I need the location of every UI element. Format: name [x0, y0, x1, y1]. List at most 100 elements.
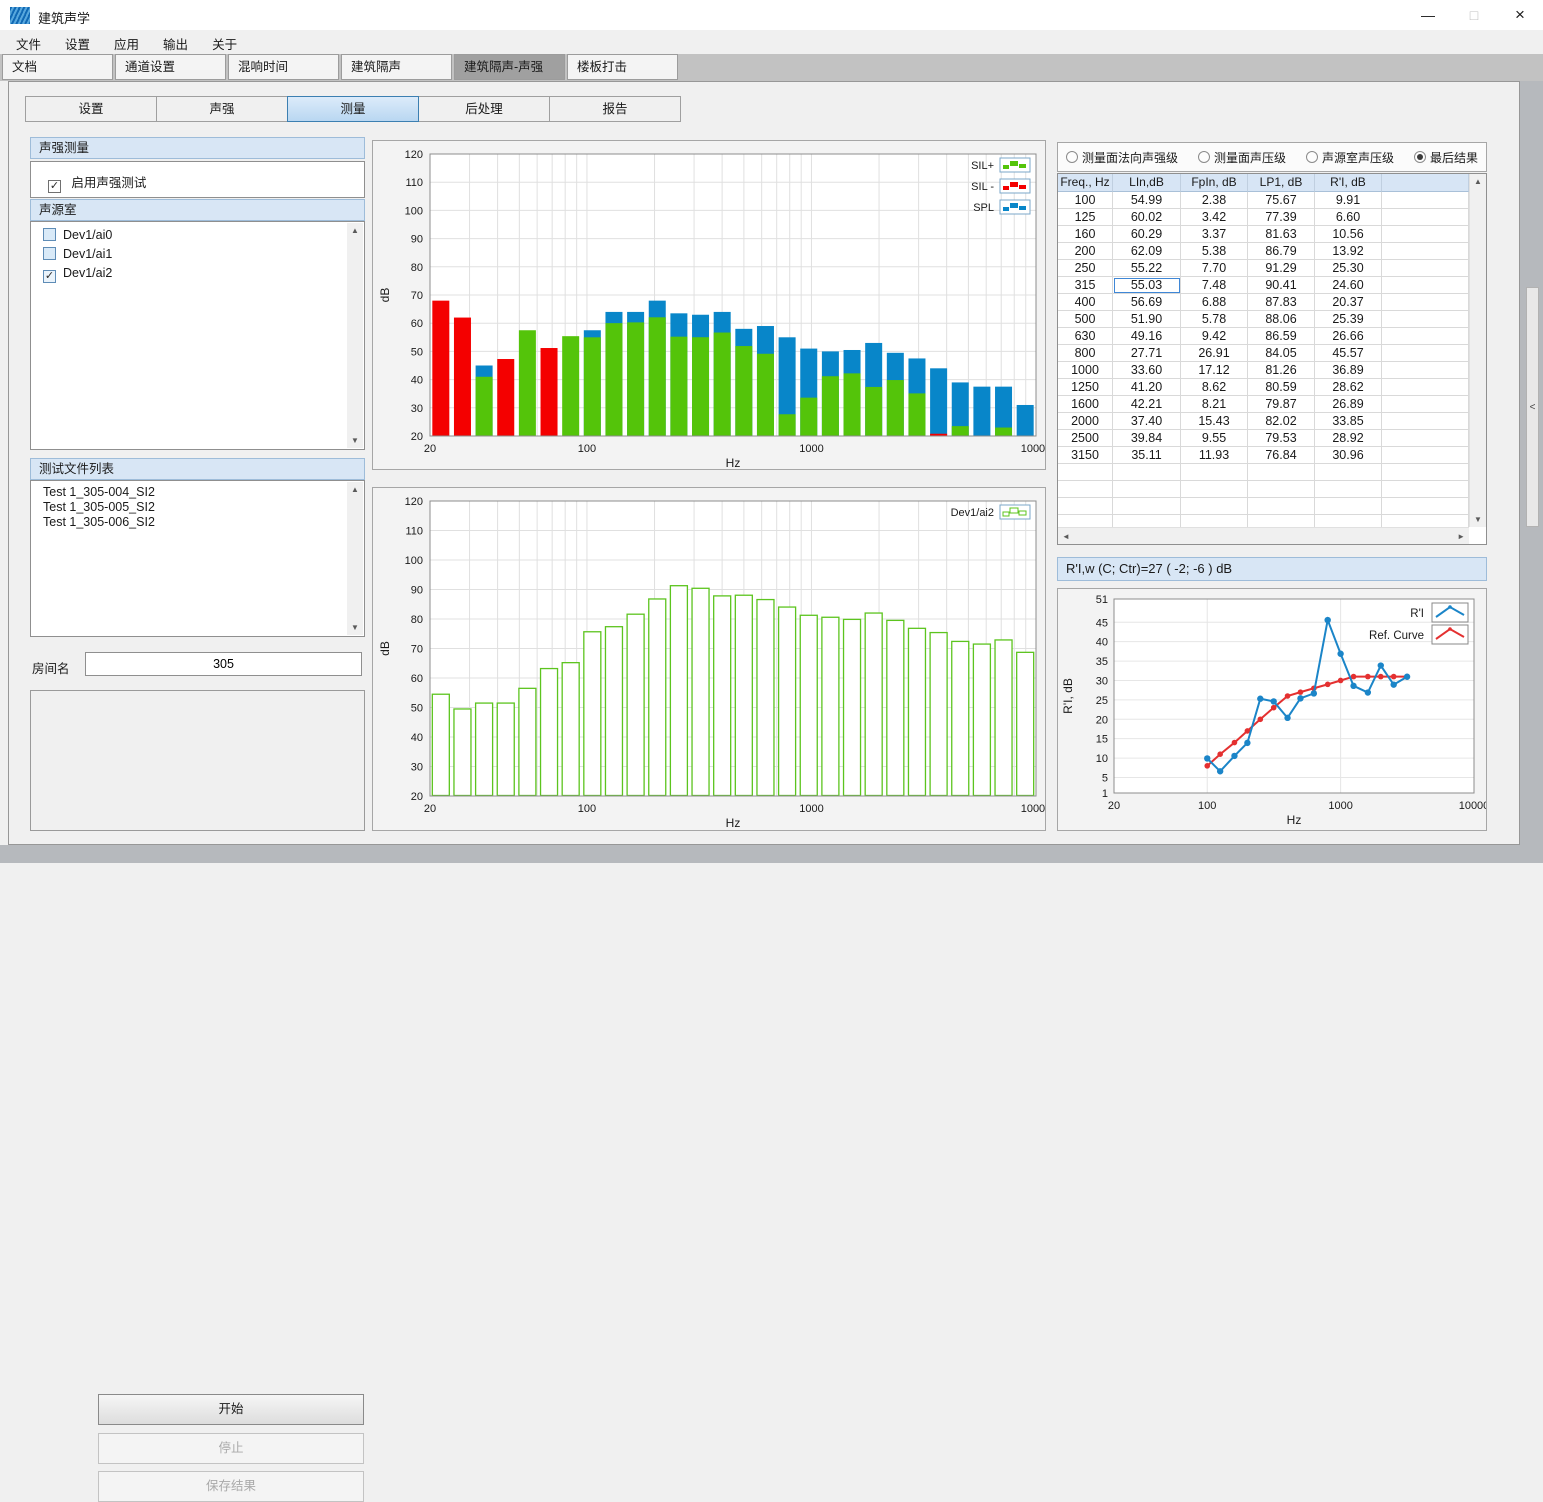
table-cell[interactable]: 80.59	[1248, 379, 1315, 396]
test-file-item[interactable]: Test 1_305-004_SI2	[31, 485, 364, 500]
channel-list-scrollbar[interactable]: ▲ ▼	[347, 223, 363, 448]
file-list-scrollbar[interactable]: ▲ ▼	[347, 482, 363, 635]
table-row[interactable]: 50051.905.7888.0625.39	[1058, 311, 1469, 328]
table-cell[interactable]: 200	[1058, 243, 1113, 260]
menu-item-3[interactable]: 应用	[102, 30, 151, 57]
table-cell[interactable]: 9.55	[1181, 430, 1248, 447]
table-cell[interactable]: 27.71	[1113, 345, 1181, 362]
table-cell[interactable]: 26.66	[1315, 328, 1382, 345]
table-cell[interactable]: 81.63	[1248, 226, 1315, 243]
table-cell[interactable]: 77.39	[1248, 209, 1315, 226]
table-cell[interactable]: 25.30	[1315, 260, 1382, 277]
table-cell[interactable]: 82.02	[1248, 413, 1315, 430]
table-cell[interactable]: 3.42	[1181, 209, 1248, 226]
main-tab-6[interactable]: 楼板打击	[567, 54, 678, 80]
table-cell[interactable]	[1382, 209, 1469, 226]
table-row[interactable]: 63049.169.4286.5926.66	[1058, 328, 1469, 345]
table-cell[interactable]: 2.38	[1181, 192, 1248, 209]
table-cell[interactable]: 8.21	[1181, 396, 1248, 413]
main-tab-1[interactable]: 文档	[2, 54, 113, 80]
table-cell[interactable]: 41.20	[1113, 379, 1181, 396]
channel-item[interactable]: ✓Dev1/ai2	[31, 264, 364, 283]
table-row[interactable]: 200037.4015.4382.0233.85	[1058, 413, 1469, 430]
table-cell[interactable]: 2500	[1058, 430, 1113, 447]
checkbox-icon[interactable]	[43, 228, 56, 241]
table-cell[interactable]: 7.70	[1181, 260, 1248, 277]
table-cell[interactable]	[1382, 379, 1469, 396]
table-cell[interactable]: 37.40	[1113, 413, 1181, 430]
table-row[interactable]: 20062.095.3886.7913.92	[1058, 243, 1469, 260]
sub-tab-3[interactable]: 测量	[287, 96, 419, 122]
table-cell[interactable]	[1382, 413, 1469, 430]
main-tab-2[interactable]: 通道设置	[115, 54, 226, 80]
room-name-input[interactable]	[85, 652, 362, 676]
table-cell[interactable]: 20.37	[1315, 294, 1382, 311]
radio-option-1[interactable]: 测量面法向声强级	[1066, 149, 1178, 166]
table-row[interactable]: 16060.293.3781.6310.56	[1058, 226, 1469, 243]
table-cell[interactable]: 86.59	[1248, 328, 1315, 345]
menu-item-2[interactable]: 设置	[53, 30, 102, 57]
radio-option-2[interactable]: 测量面声压级	[1198, 149, 1286, 166]
table-cell[interactable]: 49.16	[1113, 328, 1181, 345]
table-cell[interactable]: 54.99	[1113, 192, 1181, 209]
table-cell[interactable]: 10.56	[1315, 226, 1382, 243]
menu-item-4[interactable]: 输出	[151, 30, 200, 57]
table-cell[interactable]: 45.57	[1315, 345, 1382, 362]
scroll-up-icon[interactable]: ▲	[1474, 174, 1482, 189]
table-cell[interactable]	[1382, 277, 1469, 294]
table-row[interactable]: 40056.696.8887.8320.37	[1058, 294, 1469, 311]
table-cell[interactable]: 55.22	[1113, 260, 1181, 277]
table-cell[interactable]: 62.09	[1113, 243, 1181, 260]
main-tab-3[interactable]: 混响时间	[228, 54, 339, 80]
table-cell[interactable]: 60.02	[1113, 209, 1181, 226]
table-cell[interactable]: 28.92	[1315, 430, 1382, 447]
checkbox-icon[interactable]	[43, 247, 56, 260]
test-file-item[interactable]: Test 1_305-006_SI2	[31, 515, 364, 530]
channel-item[interactable]: Dev1/ai1	[31, 245, 364, 264]
scroll-left-icon[interactable]: ◄	[1062, 529, 1070, 544]
table-cell[interactable]: 26.89	[1315, 396, 1382, 413]
table-cell[interactable]: 7.48	[1181, 277, 1248, 294]
scroll-down-icon[interactable]: ▼	[351, 433, 359, 448]
menu-item-1[interactable]: 文件	[4, 30, 53, 57]
table-cell[interactable]: 91.29	[1248, 260, 1315, 277]
table-cell[interactable]: 25.39	[1315, 311, 1382, 328]
channel-item[interactable]: Dev1/ai0	[31, 226, 364, 245]
table-cell[interactable]: 11.93	[1181, 447, 1248, 464]
table-cell[interactable]: 250	[1058, 260, 1113, 277]
sub-tab-5[interactable]: 报告	[549, 96, 681, 122]
table-row[interactable]: 10054.992.3875.679.91	[1058, 192, 1469, 209]
table-cell[interactable]: 33.85	[1315, 413, 1382, 430]
table-row[interactable]: 160042.218.2179.8726.89	[1058, 396, 1469, 413]
table-cell[interactable]: 630	[1058, 328, 1113, 345]
table-cell[interactable]: 33.60	[1113, 362, 1181, 379]
main-tab-4[interactable]: 建筑隔声	[341, 54, 452, 80]
table-cell[interactable]	[1382, 260, 1469, 277]
table-cell[interactable]	[1382, 243, 1469, 260]
table-cell[interactable]: 88.06	[1248, 311, 1315, 328]
stop-button[interactable]: 停止	[98, 1433, 364, 1464]
table-cell[interactable]: 79.87	[1248, 396, 1315, 413]
table-cell[interactable]: 75.67	[1248, 192, 1315, 209]
table-cell[interactable]	[1382, 430, 1469, 447]
table-row[interactable]: 25055.227.7091.2925.30	[1058, 260, 1469, 277]
scroll-down-icon[interactable]: ▼	[351, 620, 359, 635]
table-cell[interactable]: 9.91	[1315, 192, 1382, 209]
table-row[interactable]: 125041.208.6280.5928.62	[1058, 379, 1469, 396]
table-cell[interactable]	[1382, 362, 1469, 379]
table-row[interactable]: 315035.1111.9376.8430.96	[1058, 447, 1469, 464]
table-cell[interactable]: 79.53	[1248, 430, 1315, 447]
radio-option-4[interactable]: 最后结果	[1414, 149, 1478, 166]
table-cell[interactable]: 400	[1058, 294, 1113, 311]
sub-tab-1[interactable]: 设置	[25, 96, 157, 122]
table-cell[interactable]: 800	[1058, 345, 1113, 362]
table-cell[interactable]: 500	[1058, 311, 1113, 328]
menu-item-5[interactable]: 关于	[200, 30, 249, 57]
table-cell[interactable]: 36.89	[1315, 362, 1382, 379]
table-cell[interactable]	[1382, 226, 1469, 243]
table-cell[interactable]: 3150	[1058, 447, 1113, 464]
table-cell[interactable]: 315	[1058, 277, 1113, 294]
table-cell[interactable]: 87.83	[1248, 294, 1315, 311]
table-cell[interactable]	[1382, 396, 1469, 413]
sub-tab-4[interactable]: 后处理	[418, 96, 550, 122]
